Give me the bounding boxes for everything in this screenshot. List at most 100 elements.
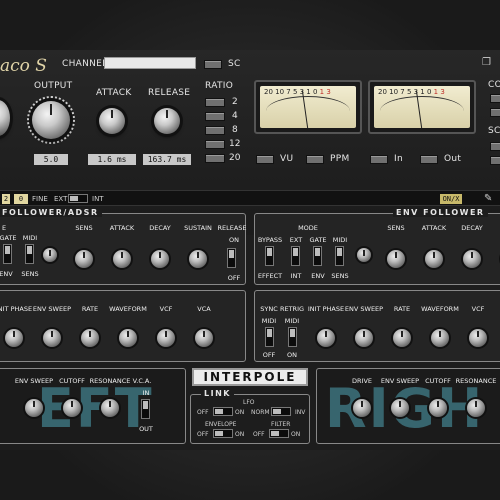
left-sidechain-knob[interactable] (43, 248, 57, 262)
vu-meter-left: 20 10 7 5 3 1 0 1 3 (254, 80, 362, 134)
vu-face-right: 20 10 7 5 3 1 0 1 3 (374, 86, 470, 128)
link-norm-inv-toggle[interactable] (271, 407, 291, 416)
link-norm-label: NORM (251, 409, 270, 416)
right-filter-resonance-knob[interactable] (467, 399, 485, 417)
right-button-1[interactable] (490, 94, 500, 103)
left-decay-knob[interactable] (151, 250, 169, 268)
vu-scale-right: 20 10 7 5 3 1 0 1 3 (378, 88, 445, 96)
right-attack-knob[interactable] (425, 250, 443, 268)
left-filter-cutoff-knob[interactable] (63, 399, 81, 417)
onoff-badge[interactable]: ON/X (440, 194, 462, 204)
left-filter-vca-label: V.C.A. (132, 377, 152, 385)
strip-box-left[interactable]: 2 (2, 194, 10, 204)
left-attack-knob[interactable] (113, 250, 131, 268)
meter-out-label: Out (444, 154, 462, 164)
right-filter-env-sweep-knob[interactable] (391, 399, 409, 417)
link-panel: LINK LFO OFF ON NORM INV ENVELOPE FILTER… (190, 389, 310, 444)
left-lfo-env-sweep-knob[interactable] (43, 329, 61, 347)
vu-mode-label: VU (280, 154, 294, 164)
left-lfo-init-phase-knob[interactable] (5, 329, 23, 347)
plugin-logo: aco S (0, 56, 47, 76)
right-gate-toggle[interactable] (313, 246, 322, 266)
meter-out-button[interactable] (420, 155, 438, 164)
left-lfo-vcf-knob[interactable] (157, 329, 175, 347)
tool-icon[interactable]: ✎ (484, 193, 492, 204)
right-label-sc: SC (488, 126, 500, 136)
right-bypass-toggle[interactable] (265, 246, 274, 266)
ratio-value-8: 8 (232, 125, 238, 135)
release-label: RELEASE (148, 88, 191, 98)
left-lfo-waveform-knob[interactable] (119, 329, 137, 347)
right-mode-label: MODE (298, 224, 318, 232)
right-lfo-rate-knob[interactable] (393, 329, 411, 347)
vu-arc-right (380, 96, 464, 126)
meter-in-button[interactable] (370, 155, 388, 164)
attack-knob[interactable] (99, 108, 125, 134)
ratio-button-8[interactable] (205, 126, 225, 135)
left-release-label: RELEASE (217, 224, 247, 232)
left-release-toggle[interactable] (227, 248, 236, 268)
link-envelope-label: ENVELOPE (205, 421, 237, 428)
ratio-value-4: 4 (232, 111, 238, 121)
right-lfo-vcf-knob[interactable] (469, 329, 487, 347)
vu-button[interactable] (256, 155, 274, 164)
right-filter-resonance-label: RESONANCE (455, 377, 497, 385)
left-filter-env-sweep-knob[interactable] (25, 399, 43, 417)
right-button-4[interactable] (490, 156, 500, 165)
right-button-2[interactable] (490, 108, 500, 117)
link-lfo-toggle[interactable] (213, 407, 233, 416)
right-ext-toggle[interactable] (291, 246, 300, 266)
link-inv-label: INV (295, 409, 306, 416)
ratio-button-20[interactable] (205, 154, 225, 163)
left-mode-label: E (1, 224, 7, 232)
ratio-button-4[interactable] (205, 112, 225, 121)
left-sustain-knob[interactable] (189, 250, 207, 268)
right-lfo-init-phase-knob[interactable] (317, 329, 335, 347)
release-value: 163.7 ms (143, 154, 191, 165)
left-lfo-vca-knob[interactable] (195, 329, 213, 347)
right-decay-knob[interactable] (463, 250, 481, 268)
fine-label: FINE (32, 195, 48, 203)
input-knob[interactable] (0, 100, 10, 136)
strip-box-value[interactable]: 0 (14, 194, 28, 204)
right-lfo-retrig-midi-label: MIDI (284, 317, 300, 325)
left-filter-vca-toggle[interactable] (141, 399, 150, 419)
vu-face-left: 20 10 7 5 3 1 0 1 3 (260, 86, 356, 128)
vu-meter-right: 20 10 7 5 3 1 0 1 3 (368, 80, 476, 134)
right-sidechain-knob[interactable] (357, 248, 371, 262)
link-title: LINK (201, 389, 234, 398)
ratio-button-2[interactable] (205, 98, 225, 107)
left-sens-knob[interactable] (75, 250, 93, 268)
left-midi-toggle[interactable] (25, 244, 34, 264)
ppm-button[interactable] (306, 155, 324, 164)
right-midi-toggle[interactable] (335, 246, 344, 266)
right-sens-knob[interactable] (387, 250, 405, 268)
link-filter-off-label: OFF (253, 431, 265, 438)
left-lfo-vca-label: VCA (197, 305, 211, 313)
left-lfo-rate-knob[interactable] (81, 329, 99, 347)
link-filter-toggle[interactable] (269, 429, 289, 438)
left-filter-resonance-knob[interactable] (101, 399, 119, 417)
sc-label: SC (228, 59, 241, 69)
link-lfo-off-label: OFF (197, 409, 209, 416)
right-button-3[interactable] (490, 142, 500, 151)
right-filter-drive-knob[interactable] (353, 399, 371, 417)
link-env-off-label: OFF (197, 431, 209, 438)
link-envelope-toggle[interactable] (213, 429, 233, 438)
output-label: OUTPUT (34, 81, 73, 91)
window-icon[interactable]: ❐ (482, 57, 491, 68)
right-lfo-sync-toggle[interactable] (265, 327, 274, 347)
output-knob[interactable] (32, 101, 70, 139)
ext-int-toggle[interactable] (68, 194, 88, 203)
channel-field[interactable] (104, 57, 196, 69)
right-lfo-retrig-toggle[interactable] (288, 327, 297, 347)
left-gate-toggle[interactable] (3, 244, 12, 264)
link-lfo-on-label: ON (235, 409, 245, 416)
ratio-button-12[interactable] (205, 140, 225, 149)
right-lfo-waveform-knob[interactable] (431, 329, 449, 347)
sidechain-button[interactable] (204, 60, 222, 69)
release-knob[interactable] (154, 108, 180, 134)
right-filter-cutoff-knob[interactable] (429, 399, 447, 417)
right-lfo-env-sweep-knob[interactable] (355, 329, 373, 347)
left-filter-panel: EFT ENV SWEEP CUTOFF RESONANCE V.C.A. IN… (0, 368, 186, 444)
